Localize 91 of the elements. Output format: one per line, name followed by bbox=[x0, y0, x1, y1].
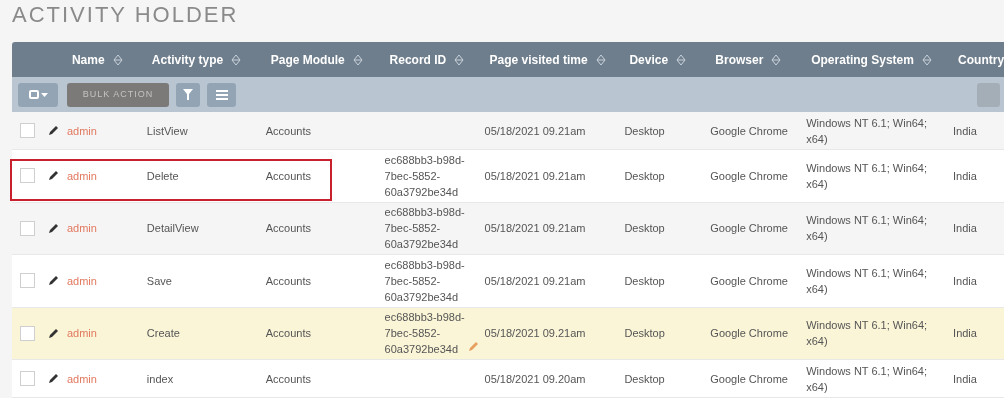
checkbox-icon bbox=[28, 90, 39, 99]
column-header[interactable]: Activity type bbox=[151, 50, 224, 69]
sort-icon[interactable] bbox=[921, 53, 932, 66]
edit-icon[interactable] bbox=[47, 274, 61, 288]
name-link[interactable]: admin bbox=[66, 167, 97, 184]
device-cell-text: Desktop bbox=[624, 221, 665, 237]
name-link[interactable]: admin bbox=[66, 370, 97, 387]
record-id-cell-text: ec688bb3-b98d-7bec-5852-60a3792be34d bbox=[384, 152, 466, 200]
device-cell-text: Desktop bbox=[624, 273, 665, 289]
select-all-dropdown[interactable] bbox=[18, 82, 58, 107]
activity-type-cell-text: Create bbox=[146, 326, 180, 342]
visited-time-cell-text: 05/18/2021 09.20am bbox=[484, 371, 586, 387]
browser-cell-text: Google Chrome bbox=[710, 326, 788, 342]
row-checkbox[interactable] bbox=[20, 168, 36, 184]
device-cell-text: Desktop bbox=[624, 371, 665, 387]
os-cell-text: Windows NT 6.1; Win64; x64) bbox=[806, 265, 929, 297]
row-checkbox[interactable] bbox=[20, 220, 36, 236]
activity-type-cell-text: ListView bbox=[146, 123, 188, 139]
name-link[interactable]: admin bbox=[66, 272, 97, 289]
row-checkbox[interactable] bbox=[20, 371, 36, 386]
device-cell-text: Desktop bbox=[624, 326, 665, 342]
row-checkbox[interactable] bbox=[20, 123, 36, 138]
country-cell-text: India bbox=[953, 123, 977, 139]
page-title: ACTIVITY HOLDER bbox=[12, 2, 240, 28]
column-header[interactable]: Operating System bbox=[811, 50, 914, 69]
sort-icon[interactable] bbox=[112, 53, 123, 66]
caret-icon bbox=[40, 92, 48, 97]
column-header[interactable]: Device bbox=[629, 50, 669, 69]
country-cell-text: India bbox=[953, 326, 977, 342]
column-header[interactable]: Name bbox=[71, 50, 105, 69]
filter-button[interactable] bbox=[176, 82, 200, 107]
page-module-cell-text: Accounts bbox=[265, 221, 311, 237]
name-link[interactable]: admin bbox=[66, 220, 97, 237]
sort-icon[interactable] bbox=[676, 53, 687, 66]
browser-cell-text: Google Chrome bbox=[710, 371, 788, 387]
visited-time-cell-text: 05/18/2021 09.21am bbox=[484, 221, 586, 237]
visited-time-cell-text: 05/18/2021 09.21am bbox=[484, 326, 586, 342]
edit-icon[interactable] bbox=[47, 124, 61, 137]
row-checkbox[interactable] bbox=[20, 273, 36, 289]
name-link[interactable]: admin bbox=[66, 325, 97, 342]
visited-time-cell-text: 05/18/2021 09.21am bbox=[484, 123, 586, 139]
visited-time-cell-text: 05/18/2021 09.21am bbox=[484, 168, 586, 184]
edit-icon[interactable] bbox=[47, 326, 61, 340]
os-cell-text: Windows NT 6.1; Win64; x64) bbox=[806, 160, 929, 192]
column-header[interactable]: Record ID bbox=[389, 50, 447, 69]
browser-cell-text: Google Chrome bbox=[710, 123, 788, 139]
sort-icon[interactable] bbox=[771, 53, 782, 66]
filter-icon bbox=[183, 89, 193, 100]
edit-icon[interactable] bbox=[47, 372, 61, 385]
sort-icon[interactable] bbox=[595, 53, 606, 66]
record-id-cell-text: ec688bb3-b98d-7bec-5852-60a3792be34d bbox=[384, 257, 466, 305]
column-header[interactable]: Page visited time bbox=[489, 50, 588, 69]
page-module-cell-text: Accounts bbox=[265, 326, 311, 342]
country-cell-text: India bbox=[953, 273, 977, 289]
device-cell-text: Desktop bbox=[624, 168, 665, 184]
column-header[interactable]: Page Module bbox=[270, 50, 345, 69]
browser-cell-text: Google Chrome bbox=[710, 168, 788, 184]
country-cell-text: India bbox=[953, 371, 977, 387]
columns-button[interactable] bbox=[207, 82, 236, 107]
os-cell-text: Windows NT 6.1; Win64; x64) bbox=[806, 213, 929, 245]
visited-time-cell-text: 05/18/2021 09.21am bbox=[484, 273, 586, 289]
page-module-cell-text: Accounts bbox=[265, 168, 311, 184]
sort-icon[interactable] bbox=[231, 53, 242, 66]
list-icon bbox=[215, 89, 228, 100]
browser-cell-text: Google Chrome bbox=[710, 221, 788, 237]
column-header[interactable]: Browser bbox=[715, 50, 764, 69]
os-cell-text: Windows NT 6.1; Win64; x64) bbox=[806, 318, 929, 350]
record-id-cell-text: ec688bb3-b98d-7bec-5852-60a3792be34d bbox=[384, 205, 466, 253]
bulk-action-button[interactable]: BULK ACTION bbox=[67, 82, 169, 107]
name-link[interactable]: admin bbox=[66, 122, 97, 139]
activity-type-cell-text: DetailView bbox=[146, 221, 199, 237]
os-cell-text: Windows NT 6.1; Win64; x64) bbox=[806, 363, 929, 395]
page-module-cell-text: Accounts bbox=[265, 273, 311, 289]
row-checkbox[interactable] bbox=[20, 325, 36, 341]
edit-icon[interactable] bbox=[47, 169, 61, 183]
activity-type-cell-text: Delete bbox=[146, 168, 179, 184]
country-cell-text: India bbox=[953, 221, 977, 237]
device-cell-text: Desktop bbox=[624, 123, 665, 139]
inline-edit-icon[interactable] bbox=[466, 340, 480, 354]
browser-cell-text: Google Chrome bbox=[710, 273, 788, 289]
sort-icon[interactable] bbox=[352, 53, 363, 66]
os-cell-text: Windows NT 6.1; Win64; x64) bbox=[806, 115, 929, 147]
activity-type-cell-text: Save bbox=[146, 273, 172, 289]
page-module-cell-text: Accounts bbox=[265, 371, 311, 387]
activity-type-cell-text: index bbox=[146, 371, 174, 387]
country-cell-text: India bbox=[953, 168, 977, 184]
page-module-cell-text: Accounts bbox=[265, 123, 311, 139]
edit-icon[interactable] bbox=[47, 221, 61, 235]
column-header[interactable]: Country bbox=[958, 50, 1004, 69]
record-id-cell-text: ec688bb3-b98d-7bec-5852-60a3792be34d bbox=[384, 310, 466, 358]
sort-icon[interactable] bbox=[454, 53, 465, 66]
